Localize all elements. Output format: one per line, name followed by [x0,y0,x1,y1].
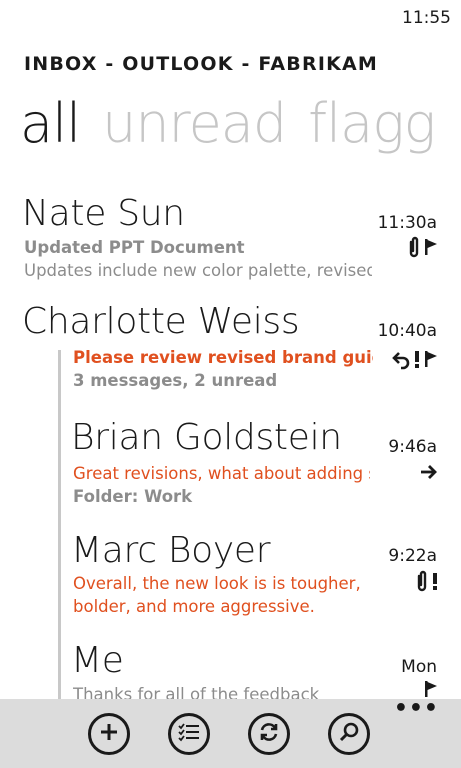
message-sender: Marc Boyer [71,530,271,571]
message-time: 11:30a [377,213,437,233]
app-bar [0,699,461,768]
pivot-bar: all unread flagg [20,92,457,155]
message-item-marc-boyer[interactable]: Marc Boyer 9:22a Overall, the new look i… [0,530,461,622]
status-time: 11:55 [402,8,451,28]
message-sender: Me [71,640,124,681]
paperclip-icon [415,570,429,597]
high-importance-icon [413,348,421,375]
plus-icon [98,721,120,747]
pivot-all[interactable]: all [20,92,81,155]
flag-icon [423,348,439,375]
checklist-icon [177,721,201,747]
search-icon [338,721,360,747]
message-item-charlotte-weiss[interactable]: Charlotte Weiss 10:40a Please review rev… [0,301,461,393]
message-sender: Nate Sun [22,193,185,234]
message-thread-count: 3 messages, 2 unread [73,371,278,390]
pivot-unread[interactable]: unread [102,92,287,155]
message-preview: Overall, the new look is is tougher, [73,574,361,593]
message-sender: Charlotte Weiss [22,301,300,342]
app-title: INBOX - OUTLOOK - FABRIKAM [24,53,379,75]
reply-icon [391,348,411,375]
message-item-me[interactable]: Me Mon Thanks for all of the feedback [0,640,461,700]
message-preview: Updates include new color palette, revis… [24,261,372,280]
message-time: 10:40a [377,321,437,341]
flag-icon [423,236,439,263]
message-status-icons [407,236,439,263]
sync-button[interactable] [248,713,290,755]
forward-icon [419,461,439,488]
message-item-nate-sun[interactable]: Nate Sun 11:30a Updated PPT Document Upd… [0,193,461,283]
new-mail-button[interactable] [88,713,130,755]
high-importance-icon [431,570,439,597]
select-button[interactable] [168,713,210,755]
message-status-icons [415,570,439,597]
message-subject: Please review revised brand guide [73,348,373,367]
message-time: Mon [401,657,437,677]
message-preview: Thanks for all of the feedback [73,685,320,699]
message-status-icons [419,461,439,488]
message-subject: Updated PPT Document [24,238,245,257]
pivot-flagged[interactable]: flagg [308,92,436,155]
message-item-brian-goldstein[interactable]: Brian Goldstein 9:46a Great revisions, w… [0,417,461,509]
search-button[interactable] [328,713,370,755]
message-preview-cont: bolder, and more aggressive. [73,597,315,616]
message-time: 9:46a [388,437,437,457]
message-status-icons [391,348,439,375]
message-folder: Folder: Work [73,487,193,506]
paperclip-icon [407,236,421,263]
more-options-button[interactable]: ••• [394,698,439,720]
sync-icon [258,721,280,747]
message-sender: Brian Goldstein [71,417,342,458]
message-time: 9:22a [388,546,437,566]
message-subject: Great revisions, what about adding s [73,464,370,483]
